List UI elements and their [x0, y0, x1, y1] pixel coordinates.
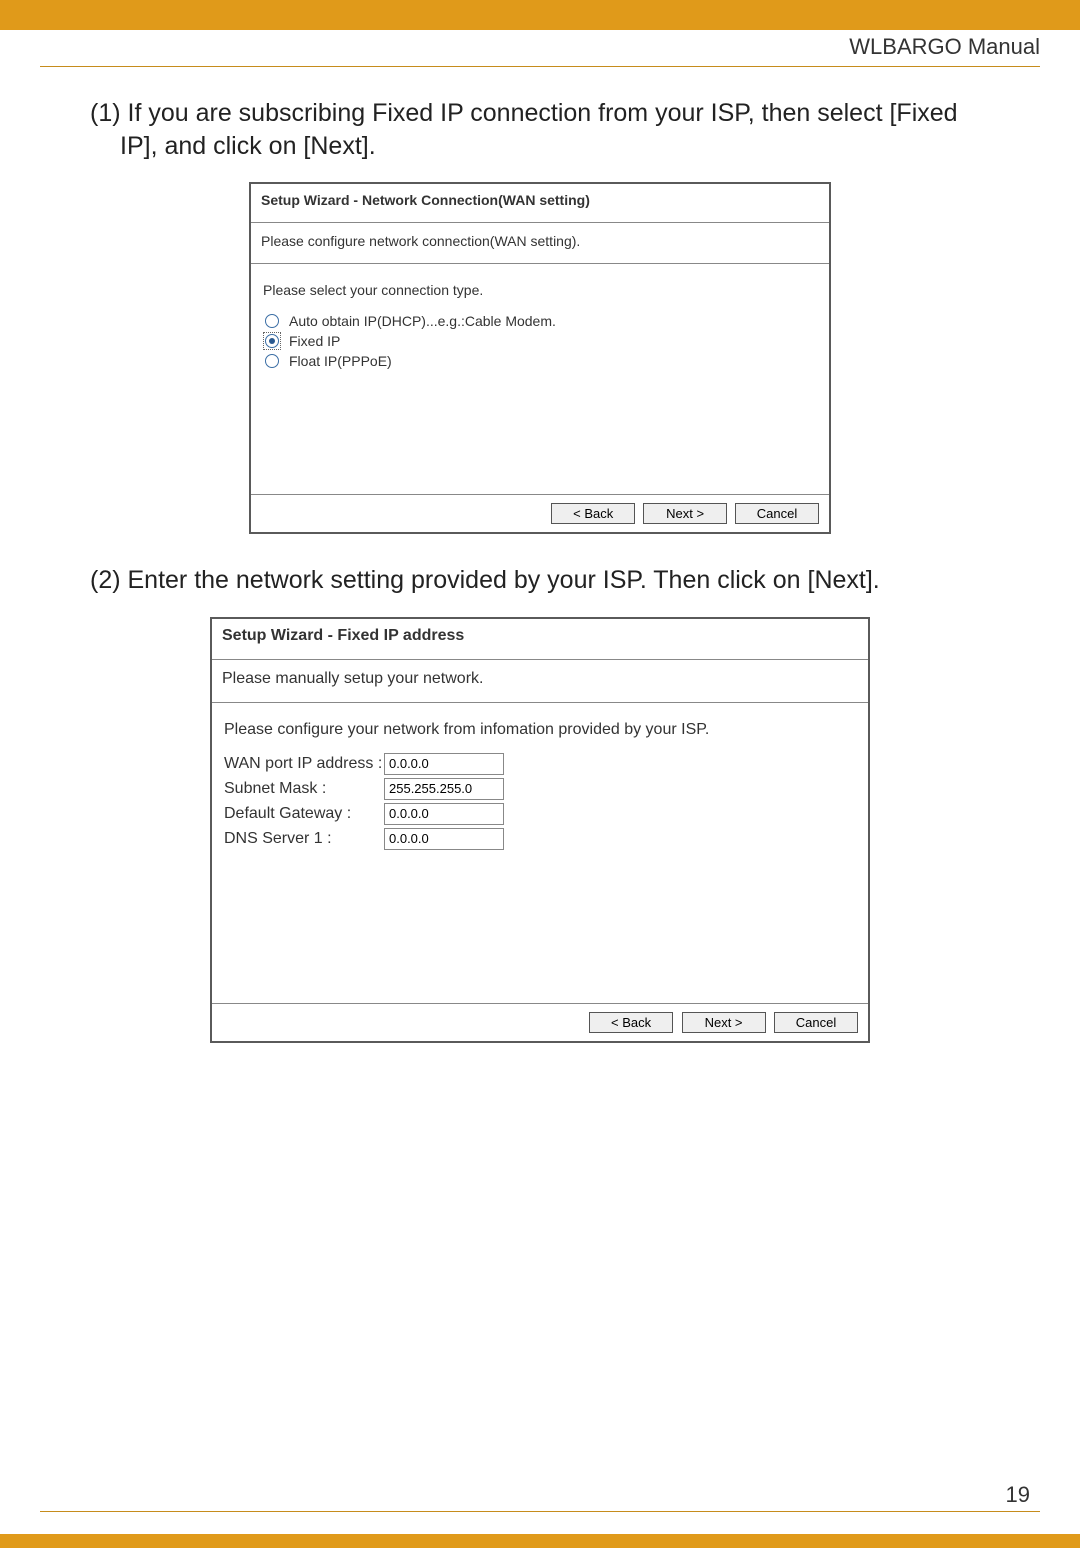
radio-label-pppoe: Float IP(PPPoE) — [289, 353, 392, 369]
gateway-label: Default Gateway : — [224, 805, 384, 823]
dns1-label: DNS Server 1 : — [224, 830, 384, 848]
wizard2-prompt: Please configure your network from infom… — [224, 721, 856, 739]
cancel-button[interactable]: Cancel — [735, 503, 819, 524]
wizard-network-connection: Setup Wizard - Network Connection(WAN se… — [249, 182, 831, 534]
manual-title: WLBARGO Manual — [849, 34, 1040, 66]
wizard2-title: Setup Wizard - Fixed IP address — [212, 619, 868, 660]
radio-row-dhcp[interactable]: Auto obtain IP(DHCP)...e.g.:Cable Modem. — [263, 312, 817, 330]
next-button[interactable]: Next > — [682, 1012, 766, 1033]
radio-icon — [265, 354, 279, 368]
back-button[interactable]: < Back — [589, 1012, 673, 1033]
instruction-step-1: (1) If you are subscribing Fixed IP conn… — [90, 97, 990, 162]
footer-line — [40, 1511, 1040, 1512]
radio-icon-selected — [265, 334, 279, 348]
next-button[interactable]: Next > — [643, 503, 727, 524]
instruction-step-2: (2) Enter the network setting provided b… — [90, 564, 990, 597]
dns1-input[interactable] — [384, 828, 504, 850]
radio-icon — [265, 314, 279, 328]
cancel-button[interactable]: Cancel — [774, 1012, 858, 1033]
subnet-label: Subnet Mask : — [224, 780, 384, 798]
wizard2-subtitle: Please manually setup your network. — [212, 660, 868, 703]
radio-label-dhcp: Auto obtain IP(DHCP)...e.g.:Cable Modem. — [289, 313, 556, 329]
form-row-wan-ip: WAN port IP address : — [224, 753, 856, 775]
wizard1-subtitle: Please configure network connection(WAN … — [251, 223, 829, 264]
wizard1-body: Please select your connection type. Auto… — [251, 264, 829, 494]
form-row-gateway: Default Gateway : — [224, 803, 856, 825]
wan-ip-input[interactable] — [384, 753, 504, 775]
wan-ip-label: WAN port IP address : — [224, 755, 384, 773]
wizard-fixed-ip: Setup Wizard - Fixed IP address Please m… — [210, 617, 870, 1043]
radio-label-fixed-ip: Fixed IP — [289, 333, 340, 349]
radio-row-pppoe[interactable]: Float IP(PPPoE) — [263, 352, 817, 370]
subnet-input[interactable] — [384, 778, 504, 800]
radio-row-fixed-ip[interactable]: Fixed IP — [263, 332, 817, 350]
form-row-dns1: DNS Server 1 : — [224, 828, 856, 850]
page-number: 19 — [1006, 1482, 1030, 1508]
wizard1-title: Setup Wizard - Network Connection(WAN se… — [251, 184, 829, 223]
back-button[interactable]: < Back — [551, 503, 635, 524]
form-row-subnet: Subnet Mask : — [224, 778, 856, 800]
manual-page: WLBARGO Manual (1) If you are subscribin… — [0, 0, 1080, 1548]
wizard1-prompt: Please select your connection type. — [263, 282, 817, 298]
gateway-input[interactable] — [384, 803, 504, 825]
wizard2-body: Please configure your network from infom… — [212, 703, 868, 1003]
header-line: WLBARGO Manual — [40, 36, 1040, 67]
wizard2-footer: < Back Next > Cancel — [212, 1003, 868, 1041]
wizard1-footer: < Back Next > Cancel — [251, 494, 829, 532]
